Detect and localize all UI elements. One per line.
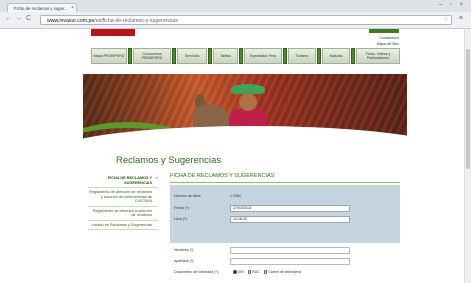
browser-tab-strip: Ficha de reclamos y suger... × – ▫ × — [0, 0, 471, 12]
numero-label: Número de ficha: — [174, 194, 202, 198]
person-hat — [231, 84, 265, 94]
menu-separator — [208, 48, 212, 64]
radio-dni-label: DNI — [237, 270, 244, 274]
page-scrollbar[interactable] — [464, 29, 471, 283]
menu-item-turismo[interactable]: Turismo — [288, 48, 316, 64]
fecha-label: Fecha (*): — [174, 206, 190, 210]
chevron-right-icon: » — [155, 175, 158, 180]
page-viewport: Contáctenos Mapa del Sitio Mapa PROMPERÚ… — [0, 29, 471, 283]
radio-ruc[interactable] — [247, 270, 252, 274]
menu-separator — [239, 48, 243, 64]
top-accent-bar — [369, 29, 399, 33]
menu-item-exportador[interactable]: Exportador Perú — [244, 48, 282, 64]
menu-item-mapa[interactable]: Mapa PROMPERÚ — [91, 48, 127, 64]
menu-item-servicios[interactable]: Servicios — [177, 48, 207, 64]
sidenav-item-label: Reglamento de atención a solución de rec… — [92, 208, 152, 218]
hora-field[interactable]: 14:16:20 — [230, 216, 350, 223]
person-face — [239, 93, 257, 111]
url-path: /es/ficha-de-reclamos-y-sugerencias — [94, 18, 178, 24]
form-title-divider — [170, 182, 400, 183]
fecha-field[interactable]: 27/02/2013 — [230, 205, 350, 212]
page-title: Reclamos y Sugerencias — [116, 155, 222, 166]
menu-separator — [128, 48, 132, 64]
numero-row: Número de ficha: 1 0360 — [170, 193, 400, 201]
site-logo[interactable] — [91, 29, 135, 36]
reload-icon[interactable]: C — [26, 15, 31, 22]
back-arrow-icon[interactable]: ← — [5, 15, 12, 22]
sidenav-item-listado[interactable]: Listado de Reclamos y Sugerencias — [88, 221, 158, 230]
radio-carnet-label: Carnet de extranjería — [268, 270, 302, 274]
tab-close-icon[interactable]: × — [71, 4, 74, 12]
main-menu: Mapa PROMPERÚ Conocemos PROMPERÚ Servici… — [83, 48, 407, 66]
url-host: www.invasur.com.pe — [47, 18, 95, 24]
apellidos-label: Apellidos (*): — [174, 259, 195, 263]
sidenav-item-label: FICHA DE RECLAMOS Y SUGERENCIAS — [107, 176, 152, 185]
sidenav-item-label: Listado de Reclamos y Sugerencias — [91, 222, 152, 227]
forward-arrow-icon[interactable]: → — [15, 15, 22, 22]
nombres-row: Nombres (*): — [170, 247, 400, 255]
bookmark-star-icon[interactable]: ☆ — [443, 15, 449, 23]
radio-dni[interactable] — [233, 270, 237, 274]
menu-separator — [283, 48, 287, 64]
sidenav-item-ficha[interactable]: FICHA DE RECLAMOS Y SUGERENCIAS » — [88, 174, 158, 188]
form-header-box: Número de ficha: 1 0360 Fecha (*): 27/02… — [170, 185, 400, 243]
nombres-field[interactable] — [230, 247, 350, 254]
form-title: FICHA DE RECLAMOS Y SUGERENCIAS — [170, 173, 275, 179]
documento-label: Documento de Identidad (*): — [174, 270, 219, 274]
address-bar[interactable]: www.invasur.com.pe/es/ficha-de-reclamos-… — [40, 15, 452, 25]
radio-ruc-label: RUC — [252, 270, 260, 274]
sidenav-item-reglamento-solucion[interactable]: Reglamento de atención a solución de rec… — [88, 207, 158, 221]
documento-row: Documento de Identidad (*): DNI RUC Carn… — [170, 269, 400, 277]
hora-row: Hora (*): 14:16:20 — [170, 216, 400, 224]
menu-separator — [351, 48, 355, 64]
menu-item-noticias[interactable]: Noticias — [322, 48, 350, 64]
sidenav-item-reglamento-controversias[interactable]: Reglamento de atención de reclamos y sol… — [88, 188, 158, 207]
fecha-row: Fecha (*): 27/02/2013 — [170, 205, 400, 213]
top-links: Contáctenos Mapa del Sitio — [377, 35, 399, 47]
browser-menu-icon[interactable]: ≡ — [459, 15, 463, 22]
window-controls[interactable]: – ▫ × — [439, 2, 466, 8]
nombres-label: Nombres (*): — [174, 248, 195, 252]
menu-item-conocemos[interactable]: Conocemos PROMPERÚ — [133, 48, 171, 64]
menu-separator — [172, 48, 176, 64]
menu-separator — [317, 48, 321, 64]
hora-label: Hora (*): — [174, 217, 188, 221]
scrollbar-thumb[interactable] — [466, 49, 470, 169]
side-navigation: FICHA DE RECLAMOS Y SUGERENCIAS » Reglam… — [88, 174, 158, 230]
main-section: Reclamos y Sugerencias FICHA DE RECLAMOS… — [83, 151, 407, 283]
hero-banner-image — [83, 74, 407, 149]
form-personal-data: Nombres (*): Apellidos (*): Documento de… — [170, 245, 400, 283]
tab-title: Ficha de reclamos y suger... — [14, 6, 68, 11]
sitemap-link[interactable]: Mapa del Sitio — [377, 41, 399, 47]
menu-item-tarifas[interactable]: Tarifas — [213, 48, 238, 64]
numero-value: 1 0360 — [230, 194, 241, 198]
apellidos-row: Apellidos (*): — [170, 258, 400, 266]
sidenav-item-label: Reglamento de atención de reclamos y sol… — [89, 190, 152, 203]
radio-carnet[interactable] — [263, 270, 268, 274]
documento-options: DNI RUC Carnet de extranjería — [230, 270, 301, 274]
page-content: Contáctenos Mapa del Sitio Mapa PROMPERÚ… — [83, 29, 407, 283]
apellidos-field[interactable] — [230, 258, 350, 265]
menu-item-fotos[interactable]: Fotos, Videos y Publicaciones — [356, 48, 400, 64]
browser-tab[interactable]: Ficha de reclamos y suger... × — [7, 3, 77, 12]
browser-toolbar: ← → C www.invasur.com.pe/es/ficha-de-rec… — [0, 12, 471, 29]
